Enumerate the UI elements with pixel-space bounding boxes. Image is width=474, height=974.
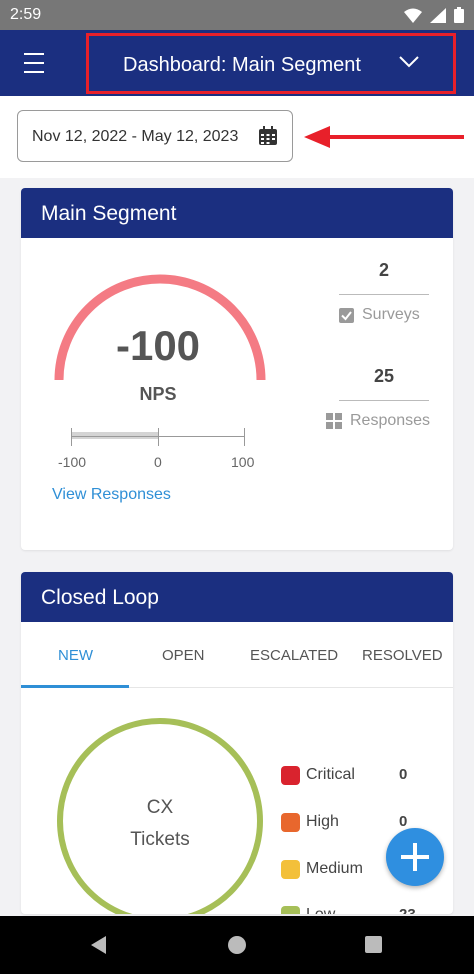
main-segment-title: Main Segment <box>21 188 453 238</box>
date-range-field[interactable]: Nov 12, 2022 - May 12, 2023 <box>17 110 293 162</box>
closed-loop-title: Closed Loop <box>21 572 453 622</box>
surveys-caption: Surveys <box>339 306 420 324</box>
calendar-icon[interactable] <box>258 126 278 146</box>
tab-resolved[interactable]: RESOLVED <box>362 647 443 664</box>
hamburger-menu-icon[interactable] <box>14 50 54 76</box>
responses-label: Responses <box>350 412 431 429</box>
arrow-left-icon <box>304 126 464 148</box>
dashboard-title: Dashboard: Main Segment <box>123 54 361 76</box>
nps-value: -100 <box>115 322 201 369</box>
status-time: 2:59 <box>10 6 42 23</box>
surveys-count: 2 <box>378 260 389 280</box>
nps-label: NPS <box>139 384 177 404</box>
back-icon[interactable] <box>90 936 108 954</box>
signal-icon <box>430 7 446 23</box>
grid-icon <box>326 413 342 429</box>
surveys-stat: 2 <box>339 260 429 295</box>
scale-tick-min <box>71 428 72 446</box>
tab-open[interactable]: OPEN <box>162 647 205 664</box>
dashboard-selector[interactable]: Dashboard: Main Segment <box>86 33 456 94</box>
main-segment-card: Main Segment -100 NPS -100 0 100 View Re… <box>21 188 453 550</box>
add-button[interactable] <box>386 828 444 886</box>
tab-new[interactable]: NEW <box>58 647 93 664</box>
nps-scale <box>71 426 247 450</box>
checkbox-icon <box>339 307 354 323</box>
cx-tickets-label: CX Tickets <box>130 797 190 850</box>
responses-count: 25 <box>373 366 395 386</box>
system-nav-bar <box>0 916 474 974</box>
responses-stat: 25 <box>339 366 429 401</box>
scale-min-label: -100 <box>58 454 87 470</box>
tab-escalated[interactable]: ESCALATED <box>250 647 338 664</box>
surveys-label: Surveys <box>362 306 420 323</box>
scale-max-label: 100 <box>231 454 255 470</box>
status-icons <box>404 7 464 23</box>
scale-tick-max <box>244 428 245 446</box>
recents-icon[interactable] <box>365 936 382 953</box>
closed-loop-tabs: NEW OPEN ESCALATED RESOLVED <box>21 622 453 688</box>
status-bar: 2:59 <box>0 0 474 30</box>
app-bar: Dashboard: Main Segment <box>0 30 474 96</box>
active-tab-indicator <box>21 685 129 688</box>
view-responses-link[interactable]: View Responses <box>52 486 171 504</box>
home-icon[interactable] <box>228 936 246 954</box>
battery-icon <box>454 7 464 23</box>
responses-caption: Responses <box>326 412 430 430</box>
date-range-value: Nov 12, 2022 - May 12, 2023 <box>32 128 239 145</box>
scale-tick-mid <box>158 428 159 446</box>
wifi-icon <box>404 8 422 23</box>
chevron-down-icon <box>399 56 419 68</box>
scale-mid-label: 0 <box>154 454 162 470</box>
